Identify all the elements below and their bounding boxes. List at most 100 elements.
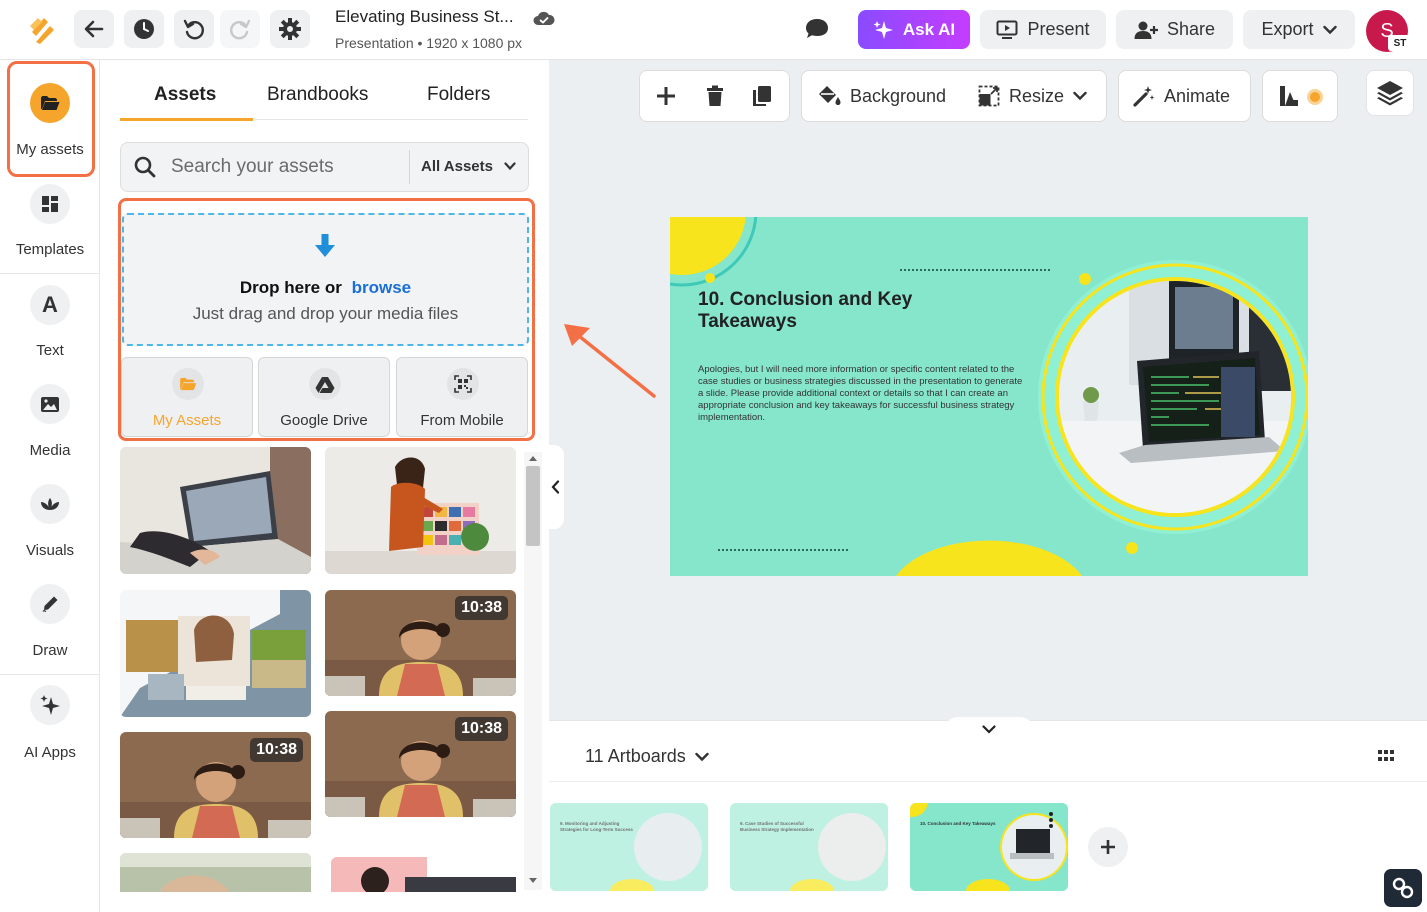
source-google-drive-button[interactable]: Google Drive — [258, 357, 390, 437]
settings-button[interactable] — [270, 10, 310, 48]
present-screen-icon — [996, 20, 1018, 39]
lotus-icon — [30, 484, 70, 524]
present-label: Present — [1027, 19, 1090, 39]
app-logo-icon[interactable] — [24, 12, 60, 48]
present-button[interactable]: Present — [980, 10, 1106, 49]
artboard-thumbnail[interactable]: 9. Case Studies of Successful Business S… — [730, 803, 888, 891]
sparkles-icon — [30, 685, 70, 725]
background-label: Background — [850, 85, 947, 106]
ask-ai-label: Ask AI — [902, 19, 956, 39]
redo-icon — [230, 19, 251, 40]
plus-icon — [1101, 840, 1115, 854]
laptop-photo — [1059, 281, 1291, 513]
asset-thumbnail[interactable] — [120, 590, 311, 717]
tab-brandbooks[interactable]: Brandbooks — [267, 84, 368, 106]
export-button[interactable]: Export — [1243, 10, 1355, 49]
tab-folders[interactable]: Folders — [427, 84, 490, 106]
rail-item-draw[interactable]: Draw — [0, 575, 100, 675]
document-title[interactable]: Elevating Business St... — [335, 7, 514, 27]
more-options-icon[interactable] — [1048, 811, 1054, 829]
collapse-panel-button[interactable] — [546, 445, 564, 529]
rail-item-visuals[interactable]: Visuals — [0, 475, 100, 575]
add-artboard-button[interactable] — [1088, 827, 1128, 867]
download-arrow-icon — [313, 233, 337, 259]
collapse-timeline-button[interactable] — [944, 717, 1034, 741]
scrollbar-thumb[interactable] — [526, 466, 540, 546]
asset-filter-select[interactable]: All Assets — [421, 158, 493, 175]
arrow-left-icon — [84, 20, 104, 38]
source-my-assets-button[interactable]: My Assets — [121, 357, 253, 437]
slide-artboard[interactable]: 10. Conclusion and Key Takeaways Apologi… — [670, 217, 1308, 576]
artboards-dropdown[interactable]: 11 Artboards — [585, 746, 709, 767]
search-input[interactable] — [171, 152, 401, 182]
rail-label: Templates — [15, 241, 85, 258]
comments-icon[interactable] — [804, 17, 830, 41]
brand-kit-button[interactable] — [1278, 84, 1326, 108]
rail-item-my-assets[interactable]: My assets — [0, 65, 100, 165]
share-button[interactable]: Share — [1116, 10, 1233, 49]
source-from-mobile-button[interactable]: From Mobile — [396, 357, 528, 437]
rail-label: Media — [29, 442, 71, 459]
help-widget-button[interactable] — [1384, 869, 1422, 907]
gear-icon — [279, 18, 301, 40]
annotation-arrow-icon — [560, 320, 660, 402]
paint-bucket-icon — [819, 86, 841, 105]
templates-grid-icon — [30, 184, 70, 224]
qr-code-icon — [447, 368, 479, 400]
chevron-down-icon — [1322, 25, 1337, 34]
rail-label: Visuals — [25, 542, 75, 559]
history-button[interactable] — [124, 10, 164, 48]
ask-ai-button[interactable]: Ask AI — [858, 10, 970, 49]
drop-label: Drop here or — [239, 278, 342, 297]
video-duration: 10:38 — [455, 717, 508, 741]
undo-button[interactable] — [174, 10, 214, 48]
animate-button[interactable]: Animate — [1133, 85, 1230, 107]
asset-thumbnail[interactable] — [325, 447, 516, 574]
video-thumbnail[interactable]: 10:38 — [325, 590, 516, 696]
asset-thumbnail[interactable] — [120, 447, 311, 574]
background-button[interactable]: Background — [818, 85, 946, 107]
rail-item-text[interactable]: A Text — [0, 275, 100, 375]
rail-item-ai-apps[interactable]: AI Apps — [0, 676, 100, 776]
duplicate-icon[interactable] — [752, 85, 772, 107]
text-a-icon: A — [30, 285, 70, 325]
drop-text: Drop here or browse — [122, 278, 529, 298]
artboard-thumbnail-active[interactable]: 10. Conclusion and Key Takeaways — [910, 803, 1068, 891]
artboard-title: 10. Conclusion and Key Takeaways — [920, 821, 996, 826]
asset-thumbnail[interactable] — [331, 857, 516, 892]
back-button[interactable] — [74, 10, 114, 48]
layers-icon — [1377, 81, 1403, 106]
rail-item-media[interactable]: Media — [0, 375, 100, 475]
chevron-left-icon — [551, 480, 559, 494]
resize-icon — [978, 85, 1000, 107]
rail-divider — [0, 273, 100, 274]
slide-body[interactable]: Apologies, but I will need more informat… — [698, 364, 1028, 424]
link-icon — [1392, 877, 1414, 899]
asset-thumbnail[interactable] — [120, 853, 311, 892]
video-duration: 10:38 — [455, 596, 508, 620]
rail-item-templates[interactable]: Templates — [0, 175, 100, 275]
filter-label: All Assets — [421, 158, 493, 175]
share-label: Share — [1166, 19, 1216, 39]
clock-icon — [134, 19, 154, 39]
add-element-icon[interactable] — [656, 86, 676, 106]
tab-assets[interactable]: Assets — [154, 84, 216, 106]
slide-title[interactable]: 10. Conclusion and Key Takeaways — [698, 289, 998, 333]
document-subtitle: Presentation • 1920 x 1080 px — [335, 35, 523, 51]
resize-button[interactable]: Resize — [978, 85, 1087, 107]
grid-view-icon[interactable] — [1378, 750, 1394, 762]
redo-button[interactable] — [220, 10, 260, 48]
chevron-down-icon[interactable] — [504, 162, 516, 171]
artboard-thumbnail[interactable]: 9. Monitoring and Adjusting Strategies f… — [550, 803, 708, 891]
scroll-up-icon[interactable] — [529, 455, 537, 461]
chevron-down-icon — [1073, 91, 1087, 101]
artboard-title: 9. Case Studies of Successful Business S… — [740, 821, 814, 832]
browse-link[interactable]: browse — [352, 278, 412, 297]
artboard-title: 9. Monitoring and Adjusting Strategies f… — [560, 821, 633, 832]
video-thumbnail[interactable]: 10:38 — [325, 711, 516, 817]
trash-icon[interactable] — [706, 85, 724, 107]
scroll-down-icon[interactable] — [529, 878, 537, 884]
undo-icon — [183, 19, 204, 40]
video-thumbnail[interactable]: 10:38 — [120, 732, 311, 838]
layers-button[interactable] — [1366, 70, 1414, 116]
